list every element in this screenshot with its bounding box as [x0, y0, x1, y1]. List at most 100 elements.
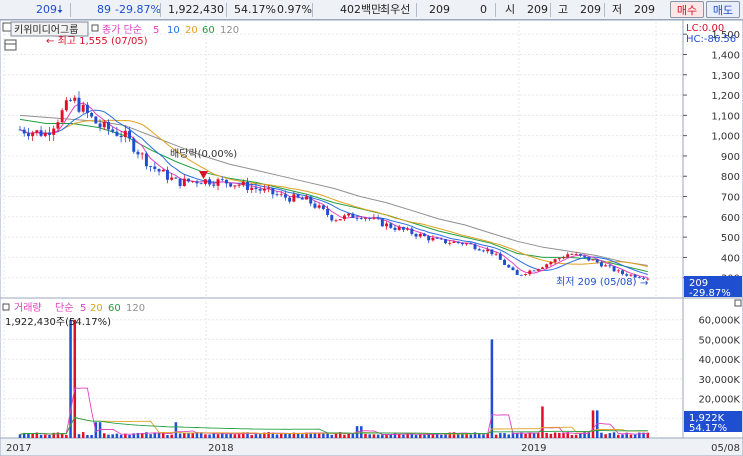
volume-bar [410, 434, 414, 438]
candle-body [435, 237, 439, 239]
volume-bar [111, 434, 114, 438]
legend-ma120: 120 [220, 25, 239, 36]
candle-body [469, 243, 473, 245]
volume-bar [549, 433, 553, 438]
volume-bar [440, 434, 443, 438]
low-annotation: 최저 209 (05/08) [556, 276, 637, 288]
price-tick-label: 400 [721, 253, 740, 264]
volume-bar [103, 433, 106, 438]
candle-body [427, 236, 431, 241]
volume-bar [604, 434, 607, 438]
candle-body [364, 218, 367, 219]
volume-bar [69, 319, 72, 438]
volume-bar [503, 433, 506, 438]
price-tick-label: 1,400 [711, 50, 740, 61]
volume-bar [536, 432, 540, 438]
volume-bar [351, 433, 355, 438]
volume-tick-label: 30,000K [698, 375, 740, 386]
collapse-icon[interactable] [2, 22, 12, 32]
volume-bar [275, 434, 279, 438]
candle-body [48, 132, 51, 135]
date-tick-label: 05/08 [711, 443, 740, 454]
candle-body [165, 169, 169, 180]
date-axis [0, 437, 743, 456]
candle-body [107, 121, 110, 130]
volume-bar [486, 433, 489, 438]
legend-box-icon[interactable] [91, 24, 99, 32]
candle-body [123, 130, 127, 138]
candle-body [423, 234, 426, 237]
volume-bar [482, 434, 485, 438]
candle-body [629, 274, 633, 276]
volume-bar [39, 434, 43, 438]
candle-body [376, 217, 380, 219]
candle-body [410, 228, 414, 234]
candle-body [431, 237, 435, 241]
volume-bar [31, 433, 34, 438]
candle-body [557, 258, 561, 260]
volume-bar [372, 434, 376, 438]
volume-bar [608, 433, 612, 438]
volume-tick-label: 40,000K [698, 355, 740, 366]
candle-body [73, 97, 77, 101]
volume-bar [574, 434, 578, 438]
candle-body [283, 194, 287, 198]
legend-ma10: 10 [167, 25, 180, 36]
candle-body [182, 178, 186, 187]
volume-bar [414, 434, 418, 438]
candle-body [574, 254, 578, 255]
candle-body [26, 133, 30, 137]
volume-bar [237, 434, 241, 438]
candle-body [507, 264, 511, 268]
volume-legend-box-icon[interactable] [2, 303, 10, 311]
volume-legend-ma60: 60 [108, 303, 121, 314]
candle-body [300, 197, 304, 200]
candle-body [98, 123, 102, 128]
legend-ma60: 60 [202, 25, 215, 36]
volume-bar [170, 434, 173, 438]
volume-bar [528, 433, 532, 438]
candle-body [56, 122, 60, 129]
table-icon[interactable] [4, 39, 17, 51]
volume-bar [258, 434, 262, 438]
candle-body [52, 128, 56, 135]
volume-bar [621, 434, 624, 438]
candle-body [229, 183, 233, 187]
volume-bar [322, 433, 325, 438]
current-volume: 1,922,430주(54.17%) [5, 317, 111, 328]
candle-body [31, 132, 35, 137]
candle-body [246, 181, 249, 191]
volume-bar [532, 433, 536, 438]
candle-body [224, 179, 228, 184]
candle-body [77, 97, 81, 112]
candle-body [115, 131, 119, 136]
volume-bar [191, 432, 195, 438]
candle-body [524, 274, 528, 275]
price-tick-label: 1,100 [711, 111, 740, 122]
volume-bar [507, 434, 511, 438]
candle-body [338, 219, 342, 221]
candle-body [309, 196, 313, 204]
candle-body [102, 121, 106, 128]
volume-bar [381, 434, 384, 438]
candle-body [321, 205, 325, 209]
candle-body [347, 213, 351, 216]
volume-bar [600, 432, 603, 438]
candle-body [334, 220, 338, 222]
volume-bar [402, 434, 405, 438]
volume-bar [77, 434, 81, 438]
volume-bar [376, 434, 380, 438]
stock-chart: 3004005006007008009001,0001,1001,2001,30… [0, 19, 743, 456]
candle-body [595, 259, 599, 263]
candle-body [216, 179, 220, 186]
candle-body [305, 196, 308, 200]
volume-tick-label: 20,000K [698, 395, 740, 406]
volume-bar [629, 434, 633, 438]
candle-body [271, 188, 275, 195]
price-tag-pct: -29.87% [689, 288, 731, 299]
candle-body [85, 104, 89, 113]
volume-bar [423, 434, 426, 438]
volume-bar [360, 426, 363, 438]
panel-close-icon[interactable] [734, 299, 742, 307]
candle-body [583, 255, 587, 257]
